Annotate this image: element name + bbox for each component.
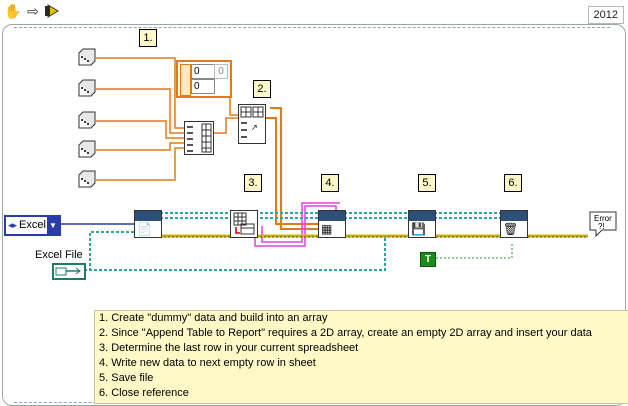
random-number-dice-icon[interactable]: [76, 170, 96, 190]
new-report-icon: 📄: [137, 222, 152, 236]
array-element[interactable]: 0: [214, 64, 228, 79]
step-label-2: 2.: [253, 80, 271, 98]
note-line-2: 2. Since "Append Table to Report" requir…: [99, 327, 592, 339]
random-number-dice-icon[interactable]: [76, 79, 96, 99]
vi-header: [135, 211, 161, 221]
file-path-wire: [84, 231, 134, 271]
save-disk-icon: 💾: [411, 222, 426, 236]
array-element[interactable]: 0: [191, 79, 215, 94]
array-element[interactable]: 0: [191, 64, 215, 79]
note-line-5: 5. Save file: [99, 372, 154, 384]
step-label-4: 4.: [321, 174, 339, 192]
note-line-1: 1. Create "dummy" data and build into an…: [99, 312, 328, 324]
2d-array-wire: [264, 107, 318, 230]
step-label-5: 5.: [418, 174, 436, 192]
svg-text:?!: ?!: [598, 222, 605, 231]
simple-error-handler[interactable]: Error?!: [588, 210, 618, 238]
random-number-dice-icon[interactable]: [76, 48, 96, 68]
note-line-3: 3. Determine the last row in your curren…: [99, 342, 359, 354]
svg-text:↗: ↗: [251, 123, 258, 132]
insert-into-array-node[interactable]: ↗: [238, 104, 266, 144]
step-label-6: 6.: [504, 174, 522, 192]
trash-icon: 🗑: [503, 222, 519, 236]
table-icon: ▦: [321, 222, 333, 236]
enum-arrows-icon[interactable]: ◂▸: [8, 217, 17, 234]
random-number-dice-icon[interactable]: [76, 111, 96, 131]
random-number-dice-icon[interactable]: [76, 140, 96, 160]
bool-wire: [436, 244, 513, 259]
note-line-6: 6. Close reference: [99, 387, 189, 399]
step-label-1: 1.: [139, 29, 157, 47]
note-line-4: 4. Write new data to next empty row in s…: [99, 357, 316, 369]
vi-header: [501, 211, 527, 221]
append-table-to-report-vi[interactable]: ▦: [318, 210, 346, 238]
true-constant[interactable]: T: [420, 252, 436, 267]
empty-2d-array-constant[interactable]: 0 0 0: [176, 60, 232, 98]
excel-file-path-control[interactable]: [52, 263, 86, 280]
instructions-note: 1. Create "dummy" data and build into an…: [94, 310, 628, 404]
vi-header: [319, 211, 345, 221]
get-last-row-vi[interactable]: [230, 210, 258, 238]
save-report-vi[interactable]: 💾: [408, 210, 436, 238]
vi-header: [409, 211, 435, 221]
excel-file-label: Excel File: [35, 249, 83, 261]
excel-enum-control[interactable]: ◂▸ Excel ▼: [4, 215, 61, 236]
dispose-report-vi[interactable]: 🗑: [500, 210, 528, 238]
chevron-down-icon[interactable]: ▼: [47, 217, 59, 234]
excel-enum-value: Excel: [19, 219, 46, 231]
build-array-node[interactable]: [184, 121, 214, 155]
step-label-3: 3.: [244, 174, 262, 192]
new-report-vi[interactable]: 📄: [134, 210, 162, 238]
